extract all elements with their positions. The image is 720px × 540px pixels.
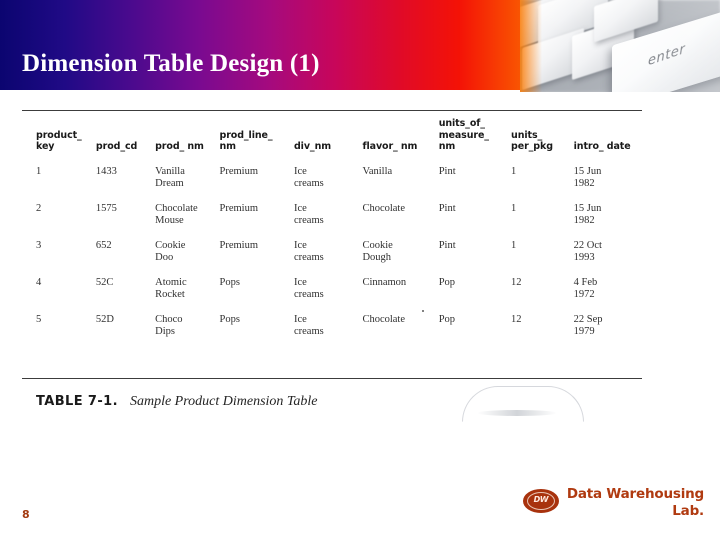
figure-top-rule — [22, 110, 642, 111]
cell-product-key: 4 — [36, 276, 42, 288]
cell-flavor-nm: Chocolate — [362, 313, 406, 325]
column-header-prod-cd: prod_cd — [95, 141, 138, 152]
cell-prod-nm: Chocolate Mouse — [155, 202, 198, 227]
figure-caption: TABLE 7-1. Sample Product Dimension Table — [36, 392, 318, 410]
cell-prod-line-nm: Pops — [219, 276, 240, 288]
scan-artifact-arc — [462, 386, 584, 422]
cell-intro-date: 15 Jun 1982 — [573, 202, 602, 227]
table-row: 1 1433 Vanilla Dream Premium Ice creams … — [36, 160, 636, 197]
cell-intro-date: 15 Jun 1982 — [573, 165, 602, 190]
scan-speck — [422, 310, 424, 312]
cell-flavor-nm: Vanilla — [362, 165, 393, 177]
cell-units-per-pkg: 1 — [511, 165, 517, 177]
table-row: 5 52D Choco Dips Pops Ice creams Chocola… — [36, 308, 636, 345]
cell-prod-cd: 1575 — [95, 202, 117, 214]
scan-artifact-smudge — [477, 410, 557, 416]
product-dimension-table: product_ key prod_cd prod_ nm prod_line_… — [36, 118, 636, 345]
cell-prod-line-nm: Premium — [219, 202, 259, 214]
cell-units-of-measure-nm: Pop — [438, 313, 456, 325]
cell-prod-line-nm: Premium — [219, 239, 259, 251]
column-header-prod-nm: prod_ nm — [155, 141, 204, 152]
cell-units-per-pkg: 1 — [511, 239, 517, 251]
figure-scanned-table: product_ key prod_cd prod_ nm prod_line_… — [22, 104, 642, 424]
cell-prod-nm: Atomic Rocket — [155, 276, 187, 301]
column-header-prod-line-nm: prod_line_ nm — [219, 129, 273, 153]
brand-line-1: Data Warehousing — [566, 486, 704, 502]
cell-prod-cd: 652 — [95, 239, 112, 251]
brand-name: Data Warehousing Lab. — [567, 486, 704, 520]
table-row: 4 52C Atomic Rocket Pops Ice creams Cinn… — [36, 271, 636, 308]
cell-product-key: 1 — [36, 165, 42, 177]
cell-intro-date: 4 Feb 1972 — [573, 276, 598, 301]
cell-flavor-nm: Cinnamon — [362, 276, 407, 288]
page-number: 8 — [22, 508, 30, 521]
cell-prod-cd: 1433 — [95, 165, 117, 177]
column-header-div-nm: div_nm — [293, 141, 332, 152]
table-row: 3 652 Cookie Doo Premium Ice creams Cook… — [36, 234, 636, 271]
brand-line-2: Lab. — [672, 503, 704, 519]
column-header-flavor-nm: flavor_ nm — [362, 141, 418, 152]
caption-text: Sample Product Dimension Table — [129, 394, 318, 409]
cell-div-nm: Ice creams — [293, 202, 324, 227]
cell-prod-nm: Choco Dips — [155, 313, 183, 338]
cell-prod-line-nm: Pops — [219, 313, 240, 325]
cell-units-per-pkg: 12 — [511, 276, 522, 288]
column-header-units-of-measure-nm: units_of_ measure_ nm — [438, 118, 489, 152]
cell-units-of-measure-nm: Pop — [438, 276, 456, 288]
cell-prod-cd: 52C — [95, 276, 114, 288]
column-header-intro-date: intro_ date — [573, 141, 631, 152]
dw-logo-icon: DW — [522, 489, 559, 513]
cell-units-of-measure-nm: Pint — [438, 165, 456, 177]
figure-bottom-rule — [22, 378, 642, 379]
cell-prod-nm: Cookie Doo — [155, 239, 186, 264]
cell-units-of-measure-nm: Pint — [438, 202, 456, 214]
cell-units-of-measure-nm: Pint — [438, 239, 456, 251]
cell-intro-date: 22 Oct 1993 — [573, 239, 602, 264]
column-header-product-key: product_ key — [36, 129, 82, 153]
table-row: 2 1575 Chocolate Mouse Premium Ice cream… — [36, 197, 636, 234]
cell-prod-cd: 52D — [95, 313, 115, 325]
cell-div-nm: Ice creams — [293, 239, 324, 264]
cell-units-per-pkg: 12 — [511, 313, 522, 325]
cell-flavor-nm: Cookie Dough — [362, 239, 393, 264]
cell-units-per-pkg: 1 — [511, 202, 517, 214]
cell-intro-date: 22 Sep 1979 — [573, 313, 603, 338]
cell-product-key: 5 — [36, 313, 42, 325]
cell-flavor-nm: Chocolate — [362, 202, 406, 214]
cell-prod-nm: Vanilla Dream — [155, 165, 185, 190]
keyboard-photo: enter — [520, 0, 720, 92]
table-header-row: product_ key prod_cd prod_ nm prod_line_… — [36, 118, 636, 160]
page-title: Dimension Table Design (1) — [22, 50, 320, 77]
caption-label: TABLE 7-1. — [36, 394, 118, 409]
footer-brand: DW Data Warehousing Lab. — [522, 486, 704, 520]
cell-product-key: 2 — [36, 202, 42, 214]
dw-logo-text: DW — [533, 495, 549, 504]
cell-prod-line-nm: Premium — [219, 165, 259, 177]
cell-product-key: 3 — [36, 239, 42, 251]
cell-div-nm: Ice creams — [293, 276, 324, 301]
cell-div-nm: Ice creams — [293, 165, 324, 190]
cell-div-nm: Ice creams — [293, 313, 324, 338]
column-header-units-per-pkg: units_ per_pkg — [511, 129, 553, 153]
